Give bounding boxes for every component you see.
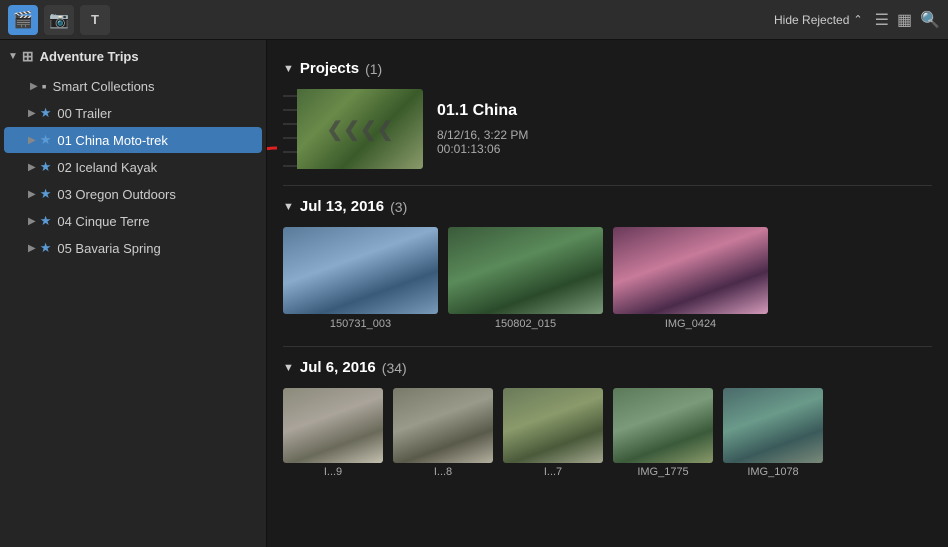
projects-section-header: ▼ Projects (1) xyxy=(283,60,932,77)
cinque-label: 04 Cinque Terre xyxy=(57,214,149,229)
thumbnail-jul6-2 xyxy=(393,388,493,463)
bavaria-label: 05 Bavaria Spring xyxy=(57,241,160,256)
library-triangle: ▼ xyxy=(8,51,18,62)
list-item[interactable]: 150802_015 xyxy=(448,227,603,330)
jul6-title: Jul 6, 2016 xyxy=(300,359,376,376)
oregon-label: 03 Oregon Outdoors xyxy=(57,187,176,202)
jul13-triangle[interactable]: ▼ xyxy=(283,201,294,213)
sidebar-item-03-oregon[interactable]: ▶ ★ 03 Oregon Outdoors xyxy=(4,181,262,207)
list-view-icon[interactable]: ☰ xyxy=(875,10,889,30)
film-strip: ❮❮❮❮ xyxy=(283,89,423,169)
list-item[interactable]: IMG_1078 xyxy=(723,388,823,478)
content-area: ▼ Projects (1) ❮❮❮❮ 01.1 China 8/12/16, … xyxy=(267,40,948,547)
list-item[interactable]: IMG_0424 xyxy=(613,227,768,330)
projects-triangle[interactable]: ▼ xyxy=(283,63,294,75)
search-icon[interactable]: 🔍 xyxy=(920,10,940,30)
china-expand: ▶ xyxy=(28,135,36,146)
library-icon[interactable]: 🎬 xyxy=(8,5,38,35)
view-icons: ☰ ▦ 🔍 xyxy=(875,10,940,30)
toolbar: 🎬 📷 T Hide Rejected ⌃ ☰ ▦ 🔍 xyxy=(0,0,948,40)
sc-folder-icon: ▪ xyxy=(42,78,47,94)
thumbnail-150802 xyxy=(448,227,603,314)
library-header[interactable]: ▼ ⊞ Adventure Trips xyxy=(0,40,266,73)
thumb-label-jul6-1: I...9 xyxy=(324,466,342,478)
thumbnail-150731 xyxy=(283,227,438,314)
list-item[interactable]: IMG_1775 xyxy=(613,388,713,478)
project-duration: 00:01:13:06 xyxy=(437,142,528,156)
jul13-section-header: ▼ Jul 13, 2016 (3) xyxy=(283,198,932,215)
thumb-label-jul6-2: I...8 xyxy=(434,466,452,478)
jul13-count: (3) xyxy=(390,199,407,215)
library-folder-icon: ⊞ xyxy=(22,48,34,65)
cinque-expand: ▶ xyxy=(28,216,36,227)
project-item[interactable]: ❮❮❮❮ 01.1 China 8/12/16, 3:22 PM 00:01:1… xyxy=(283,89,932,169)
sidebar: ▼ ⊞ Adventure Trips ▶ ▪ Smart Collection… xyxy=(0,40,267,547)
thumb-label-jul6-5: IMG_1078 xyxy=(747,466,798,478)
trailer-label: 00 Trailer xyxy=(57,106,111,121)
list-item[interactable]: I...7 xyxy=(503,388,603,478)
sc-expand-triangle: ▶ xyxy=(30,81,38,92)
project-info: 01.1 China 8/12/16, 3:22 PM 00:01:13:06 xyxy=(437,102,528,156)
list-item[interactable]: I...8 xyxy=(393,388,493,478)
jul13-title: Jul 13, 2016 xyxy=(300,198,384,215)
china-label: 01 China Moto-trek xyxy=(57,133,168,148)
hide-rejected-button[interactable]: Hide Rejected ⌃ xyxy=(774,13,863,27)
thumb-label-jul6-3: I...7 xyxy=(544,466,562,478)
project-date: 8/12/16, 3:22 PM xyxy=(437,128,528,142)
thumbnail-jul6-1 xyxy=(283,388,383,463)
thumbnail-jul6-3 xyxy=(503,388,603,463)
section-divider-1 xyxy=(283,185,932,186)
trailer-star-icon: ★ xyxy=(40,105,52,121)
jul6-section-header: ▼ Jul 6, 2016 (34) xyxy=(283,359,932,376)
thumbnail-jul6-4 xyxy=(613,388,713,463)
oregon-expand: ▶ xyxy=(28,189,36,200)
trailer-expand: ▶ xyxy=(28,108,36,119)
thumb-label-150731: 150731_003 xyxy=(330,318,391,330)
iceland-label: 02 Iceland Kayak xyxy=(57,160,157,175)
sidebar-item-00-trailer[interactable]: ▶ ★ 00 Trailer xyxy=(4,100,262,126)
thumbnail-img0424 xyxy=(613,227,768,314)
project-name: 01.1 China xyxy=(437,102,528,120)
sidebar-item-05-bavaria[interactable]: ▶ ★ 05 Bavaria Spring xyxy=(4,235,262,261)
hide-rejected-label: Hide Rejected xyxy=(774,13,849,27)
projects-title: Projects xyxy=(300,60,359,77)
bavaria-star-icon: ★ xyxy=(40,240,52,256)
main-layout: ▼ ⊞ Adventure Trips ▶ ▪ Smart Collection… xyxy=(0,40,948,547)
thumb-label-150802: 150802_015 xyxy=(495,318,556,330)
projects-count: (1) xyxy=(365,61,382,77)
thumb-label-img0424: IMG_0424 xyxy=(665,318,716,330)
section-divider-2 xyxy=(283,346,932,347)
text-icon[interactable]: T xyxy=(80,5,110,35)
sidebar-item-smart-collections[interactable]: ▶ ▪ Smart Collections xyxy=(0,73,266,99)
sidebar-item-02-iceland[interactable]: ▶ ★ 02 Iceland Kayak xyxy=(4,154,262,180)
jul13-grid: 150731_003 150802_015 IMG_0424 xyxy=(283,227,932,330)
china-star-icon: ★ xyxy=(40,132,52,148)
camera-icon[interactable]: 📷 xyxy=(44,5,74,35)
toolbar-right: Hide Rejected ⌃ ☰ ▦ 🔍 xyxy=(774,10,940,30)
oregon-star-icon: ★ xyxy=(40,186,52,202)
project-thumbnail: ❮❮❮❮ xyxy=(283,89,423,169)
cinque-star-icon: ★ xyxy=(40,213,52,229)
thumb-label-jul6-4: IMG_1775 xyxy=(637,466,688,478)
thumbnail-jul6-5 xyxy=(723,388,823,463)
smart-collections-label: Smart Collections xyxy=(53,79,155,94)
bavaria-expand: ▶ xyxy=(28,243,36,254)
iceland-expand: ▶ xyxy=(28,162,36,173)
hide-rejected-chevron: ⌃ xyxy=(853,13,862,26)
toolbar-left: 🎬 📷 T xyxy=(8,5,110,35)
sidebar-item-04-cinque[interactable]: ▶ ★ 04 Cinque Terre xyxy=(4,208,262,234)
iceland-star-icon: ★ xyxy=(40,159,52,175)
jul6-triangle[interactable]: ▼ xyxy=(283,362,294,374)
jul6-count: (34) xyxy=(382,360,407,376)
list-item[interactable]: 150731_003 xyxy=(283,227,438,330)
sidebar-item-01-china[interactable]: ▶ ★ 01 China Moto-trek xyxy=(4,127,262,153)
film-content: ❮❮❮❮ xyxy=(297,89,423,169)
library-label: Adventure Trips xyxy=(40,49,139,64)
jul6-grid: I...9 I...8 I...7 IMG_1775 IMG_1078 xyxy=(283,388,932,478)
list-item[interactable]: I...9 xyxy=(283,388,383,478)
grid-view-icon[interactable]: ▦ xyxy=(897,10,912,30)
